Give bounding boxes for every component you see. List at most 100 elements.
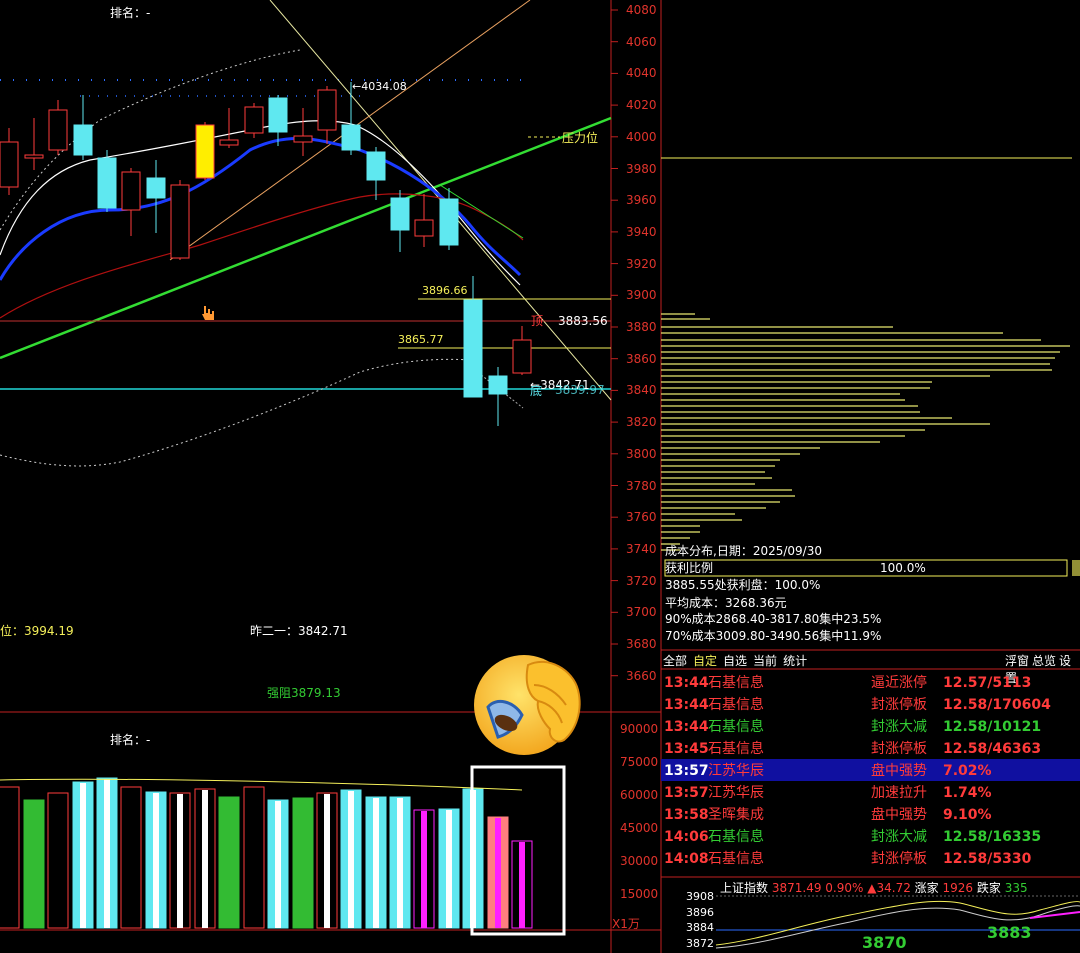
price-axis-tick: 3880 bbox=[626, 320, 657, 334]
candle-body bbox=[317, 89, 337, 131]
volume-bars bbox=[0, 777, 533, 929]
candle-body bbox=[439, 198, 459, 246]
volume-bar bbox=[120, 786, 142, 929]
tab-overview[interactable]: 总览 bbox=[1032, 654, 1056, 668]
alert-row[interactable]: 14:08 石基信息 封涨停板 12.58/5330 bbox=[661, 848, 1080, 870]
alert-name: 石基信息 bbox=[708, 741, 764, 757]
alert-row[interactable]: 13:44 石基信息 封涨停板 12.58/170604 bbox=[661, 694, 1080, 716]
volume-bar bbox=[292, 797, 314, 929]
price-axis-tick: 3840 bbox=[626, 383, 657, 398]
candle-body bbox=[341, 124, 361, 151]
avg-cost: 平均成本：3268.36元 bbox=[665, 596, 787, 610]
volume-bar-core bbox=[519, 842, 525, 928]
candle-body bbox=[195, 124, 215, 179]
alert-name: 石基信息 bbox=[708, 675, 764, 691]
volume-bar bbox=[218, 796, 240, 929]
price-axis-tick: 3900 bbox=[626, 288, 657, 303]
high-value: 4034.08 bbox=[361, 80, 407, 93]
top-label: 顶 bbox=[531, 314, 544, 328]
volume-rank-label: 排名：- bbox=[110, 733, 151, 747]
alert-event: 封涨大减 bbox=[871, 829, 927, 845]
price-axis-tick: 4000 bbox=[626, 129, 657, 144]
price-axis-tick: 4080 bbox=[626, 3, 657, 17]
cost-70: 70%成本3009.80-3490.56集中11.9% bbox=[665, 629, 882, 643]
volume-bar-core bbox=[153, 793, 159, 928]
tab-float[interactable]: 浮窗 bbox=[1005, 654, 1029, 668]
volume-bar-core bbox=[177, 794, 183, 928]
face-palm-emoji bbox=[474, 655, 581, 755]
index-price: 3871.49 bbox=[771, 881, 822, 895]
tab-stats[interactable]: 统计 bbox=[783, 654, 807, 668]
index-big-right: 3883 bbox=[987, 923, 1032, 942]
candle-body bbox=[463, 299, 483, 398]
prev-close: 昨二一：3842.71 bbox=[250, 624, 348, 638]
alert-row[interactable]: 13:57 江苏华辰 盘中强势 7.02% bbox=[661, 760, 1080, 782]
cost-90: 90%成本2868.40-3817.80集中23.5% bbox=[665, 612, 882, 626]
candle-body bbox=[24, 154, 44, 159]
high-annotation: ←4034.08 bbox=[352, 80, 407, 93]
volume-axis-tick: 15000 bbox=[620, 887, 659, 901]
alert-row[interactable]: 14:06 石基信息 封涨大减 12.58/16335 bbox=[661, 826, 1080, 848]
volume-bar-core bbox=[348, 791, 354, 928]
volume-bar bbox=[0, 786, 20, 929]
price-axis-tick: 3960 bbox=[626, 193, 657, 208]
index-name: 上证指数 bbox=[720, 881, 769, 895]
footer-left-value: 位：3994.19 bbox=[0, 624, 74, 638]
alert-time: 13:44 bbox=[664, 719, 709, 735]
volume-axis-tick: 45000 bbox=[620, 821, 659, 835]
candle-body bbox=[0, 141, 19, 188]
alert-time: 13:44 bbox=[664, 675, 709, 691]
index-header: 上证指数 3871.49 0.90% ▲34.72 涨家 1926 跌家 335 bbox=[720, 879, 1028, 896]
candle-body bbox=[97, 157, 117, 209]
price-axis-tick: 3720 bbox=[626, 573, 657, 588]
alert-value: 12.58/170604 bbox=[943, 697, 1051, 713]
candle-body bbox=[488, 375, 508, 395]
volume-axis-tick: 75000 bbox=[620, 755, 659, 769]
rank-label: 排名：- bbox=[110, 6, 151, 20]
alert-name: 石基信息 bbox=[708, 851, 764, 867]
volume-bar-core bbox=[373, 798, 379, 928]
alert-event: 盘中强势 bbox=[871, 763, 927, 779]
index-change: ▲34.72 bbox=[867, 881, 911, 895]
alert-name: 石基信息 bbox=[708, 697, 764, 713]
alert-value: 12.58/5330 bbox=[943, 851, 1032, 867]
up-label: 涨家 bbox=[914, 881, 939, 895]
volume-bar-core bbox=[446, 810, 452, 928]
alert-value: 7.02% bbox=[943, 763, 992, 779]
candle-body bbox=[414, 219, 434, 237]
price-axis-tick: 3940 bbox=[626, 224, 657, 239]
volume-axis-tick: 30000 bbox=[620, 854, 659, 868]
alert-row[interactable]: 13:44 石基信息 逼近涨停 12.57/5113 bbox=[661, 672, 1080, 694]
tab-custom[interactable]: 自定 bbox=[693, 654, 717, 668]
candle-body bbox=[390, 197, 410, 231]
alert-event: 封涨停板 bbox=[871, 741, 927, 757]
price-axis-tick: 3820 bbox=[626, 415, 657, 430]
tab-current[interactable]: 当前 bbox=[753, 654, 777, 668]
tab-all[interactable]: 全部 bbox=[663, 654, 687, 668]
bottom-value: 3839.97 bbox=[555, 383, 605, 397]
lower-band bbox=[0, 358, 471, 467]
candle-body bbox=[512, 339, 532, 374]
tab-watchlist[interactable]: 自选 bbox=[723, 654, 747, 668]
hand-pointer-icon bbox=[202, 306, 214, 320]
alert-row[interactable]: 13:44 石基信息 封涨大减 12.58/10121 bbox=[661, 716, 1080, 738]
cost-date: 成本分布,日期：2025/09/30 bbox=[665, 544, 822, 558]
price-axis-tick: 3700 bbox=[626, 605, 657, 620]
profit-ratio-label: 获利比例 bbox=[665, 561, 714, 575]
alert-row[interactable]: 13:45 石基信息 封涨停板 12.58/46363 bbox=[661, 738, 1080, 760]
alert-event: 封涨停板 bbox=[871, 697, 927, 713]
alert-row[interactable]: 13:57 江苏华辰 加速拉升 1.74% bbox=[661, 782, 1080, 804]
index-axis-tick: 3896 bbox=[686, 905, 714, 919]
alert-name: 圣晖集成 bbox=[708, 807, 764, 823]
alert-row[interactable]: 13:58 圣晖集成 盘中强势 9.10% bbox=[661, 804, 1080, 826]
upper-band bbox=[0, 49, 301, 231]
candle-body bbox=[73, 124, 93, 156]
candle-body bbox=[293, 135, 313, 143]
volume-bar-core bbox=[421, 811, 427, 928]
price-axis-tick: 3740 bbox=[626, 541, 657, 556]
bottom-label: 底 bbox=[530, 384, 543, 398]
price-axis-tick: 3980 bbox=[626, 161, 657, 176]
alert-value: 12.57/5113 bbox=[943, 675, 1032, 691]
index-big-left: 3870 bbox=[862, 933, 907, 952]
volume-bar bbox=[47, 792, 69, 929]
